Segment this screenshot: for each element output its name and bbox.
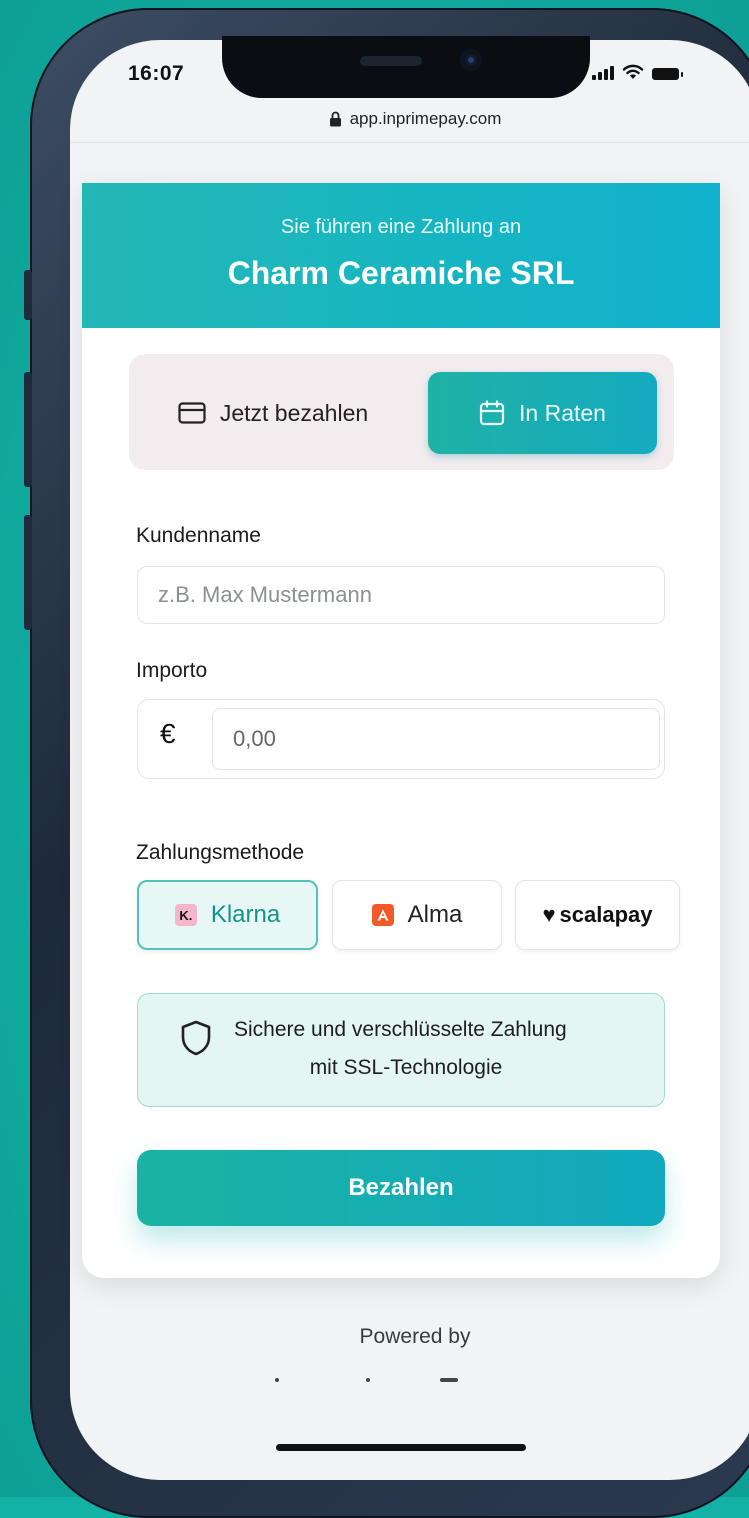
mute-switch	[24, 270, 32, 320]
security-notice: Sichere und verschlüsselte Zahlung mit S…	[137, 993, 665, 1107]
status-icons	[592, 64, 683, 80]
customer-name-label: Kundenname	[136, 524, 261, 547]
merchant-header: Sie führen eine Zahlung an Charm Ceramic…	[82, 183, 720, 328]
url-text: app.inprimepay.com	[349, 109, 502, 128]
toolbar-divider	[70, 142, 749, 143]
phone-notch	[222, 36, 590, 98]
pay-button[interactable]: Bezahlen	[137, 1150, 665, 1226]
pay-now-option[interactable]: Jetzt bezahlen	[143, 372, 403, 454]
amount-input[interactable]	[213, 726, 659, 752]
klarna-logo-icon: K.	[174, 904, 197, 926]
amount-group: €	[137, 699, 665, 779]
payment-method-label: Zahlungsmethode	[136, 841, 305, 864]
customer-name-field	[137, 566, 665, 624]
battery-icon	[652, 68, 683, 80]
volume-up-button	[24, 372, 32, 487]
alma-logo-icon	[371, 904, 394, 926]
wifi-icon	[622, 64, 644, 79]
cellular-signal-icon	[592, 66, 614, 80]
installments-label: In Raten	[519, 399, 606, 426]
payment-mode-toggle: Jetzt bezahlen In Raten	[129, 354, 674, 470]
installments-option[interactable]: In Raten	[428, 372, 657, 454]
scalapay-heart-icon: ♥	[542, 902, 556, 927]
credit-card-icon	[178, 402, 206, 424]
powered-by-text: Powered by	[359, 1325, 471, 1348]
scalapay-label: scalapay	[559, 902, 653, 927]
pay-now-label: Jetzt bezahlen	[219, 399, 369, 426]
volume-down-button	[24, 515, 32, 630]
method-alma[interactable]: Alma	[332, 880, 502, 950]
powered-by-logo	[270, 1378, 480, 1386]
payment-subtitle: Sie führen eine Zahlung an	[280, 216, 522, 238]
address-bar[interactable]: app.inprimepay.com	[70, 98, 749, 140]
method-klarna[interactable]: K. Klarna	[137, 880, 318, 950]
lock-icon	[329, 111, 341, 127]
security-text-line2: mit SSL-Technologie	[309, 1056, 503, 1079]
status-time: 16:07	[128, 62, 185, 85]
amount-label: Importo	[136, 659, 208, 682]
calendar-icon	[479, 400, 505, 426]
amount-field	[212, 708, 660, 770]
alma-label: Alma	[407, 901, 463, 928]
shield-icon	[181, 1020, 211, 1056]
security-text-line1: Sichere und verschlüsselte Zahlung	[234, 1018, 567, 1041]
klarna-label: Klarna	[210, 901, 281, 928]
merchant-name: Charm Ceramiche SRL	[227, 255, 575, 291]
home-indicator[interactable]	[276, 1444, 526, 1451]
customer-name-input[interactable]	[138, 582, 664, 608]
front-camera	[460, 49, 482, 71]
currency-symbol: €	[160, 718, 176, 749]
earpiece-speaker	[360, 56, 422, 66]
payment-card: Sie führen eine Zahlung an Charm Ceramic…	[82, 183, 720, 1278]
method-scalapay[interactable]: ♥ scalapay	[515, 880, 680, 950]
